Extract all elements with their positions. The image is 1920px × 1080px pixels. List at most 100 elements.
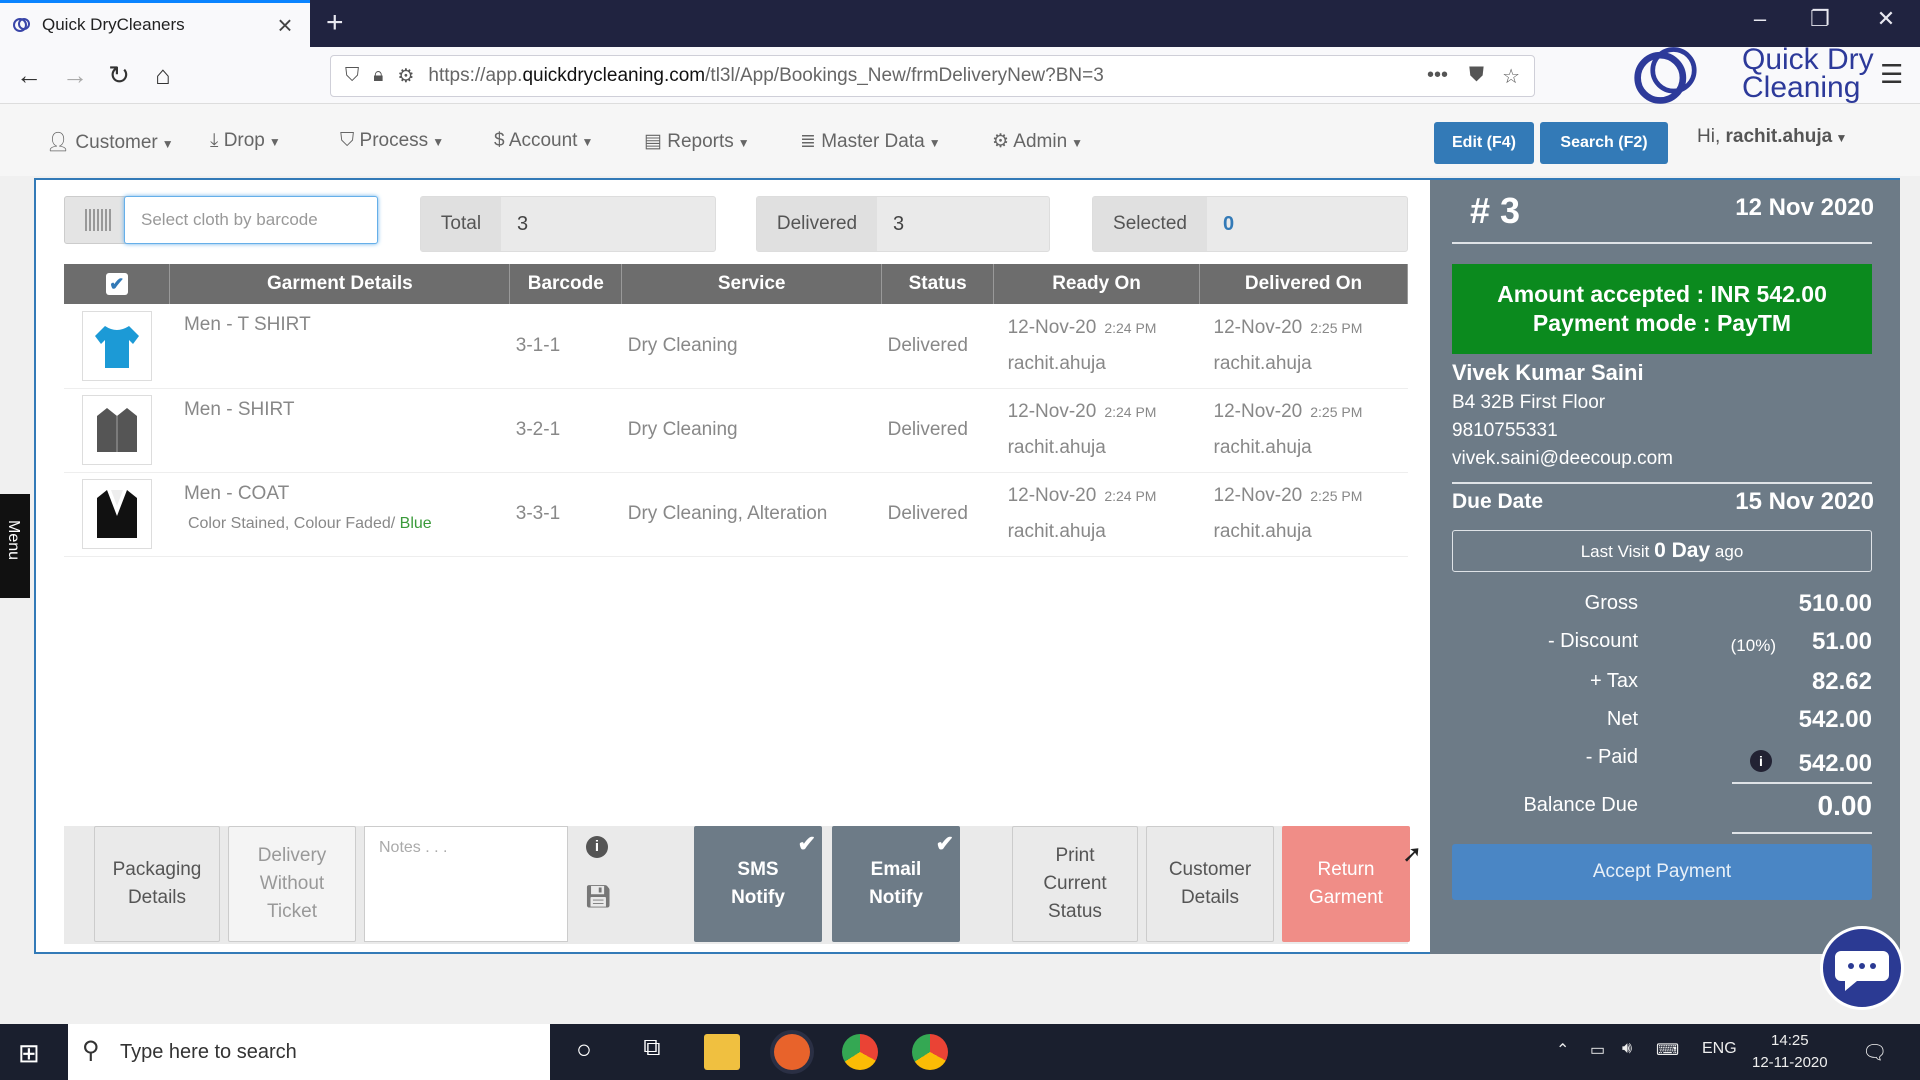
sms-notify-button[interactable]: ✔ SMS Notify (694, 826, 822, 942)
shirt-icon (81, 395, 152, 465)
email-notify-button[interactable]: ✔ Email Notify (832, 826, 960, 942)
customer-name[interactable]: Vivek Kumar Saini (1452, 360, 1644, 386)
cortana-icon[interactable]: ○ (566, 1034, 602, 1070)
forward-icon[interactable]: → (60, 61, 90, 91)
tray-chevron-icon[interactable]: ⌃ (1556, 1040, 1569, 1060)
thumb-cell (64, 472, 170, 557)
home-icon[interactable]: ⌂ (148, 61, 178, 91)
divider (1452, 242, 1872, 244)
menu-admin[interactable]: ⚙ Admin ▼ (992, 130, 1083, 153)
browser-menu-icon[interactable]: ☰ (1880, 59, 1903, 90)
task-view-icon[interactable]: ⧉ (634, 1034, 670, 1070)
col-garment-details[interactable]: Garment Details (169, 264, 511, 304)
barcode-cell: 3-1-1 (509, 304, 622, 389)
menu-process[interactable]: ⛉ Process ▼ (340, 130, 444, 152)
service-cell: Dry Cleaning, Alteration (621, 472, 882, 557)
user-greeting[interactable]: Hi, rachit.ahuja ▼ (1697, 126, 1847, 148)
minimize-icon[interactable]: – (1730, 6, 1790, 32)
new-tab-icon[interactable]: + (326, 6, 344, 40)
ready-cell: 12-Nov-20 2:24 PM rachit.ahuja (993, 472, 1200, 557)
info-icon[interactable]: i (1750, 750, 1772, 772)
barcode-cell: 3-2-1 (509, 388, 622, 473)
browser-tab[interactable]: Quick DryCleaners × (0, 0, 310, 47)
return-garment-button[interactable]: Return Garment (1282, 826, 1410, 942)
tshirt-icon (81, 310, 152, 381)
close-window-icon[interactable]: ✕ (1856, 6, 1916, 32)
address-bar[interactable]: ⛉ 🔒︎ ⚙ https://app.quickdrycleaning.com/… (330, 55, 1535, 97)
col-service[interactable]: Service (621, 264, 883, 304)
shield-icon[interactable]: ⛉ (345, 65, 359, 87)
accept-payment-button[interactable]: Accept Payment (1452, 844, 1872, 900)
notes-textarea[interactable]: Notes . . . (364, 826, 568, 942)
menu-customer[interactable]: 👤︎ Customer ▼ (46, 130, 174, 154)
garment-table: ✔ Garment Details Barcode Service Status… (64, 264, 1408, 557)
select-all-cell[interactable]: ✔ (64, 264, 171, 304)
windows-start-icon[interactable]: ⊞ (18, 1038, 40, 1069)
print-current-status-button[interactable]: Print Current Status (1012, 826, 1138, 942)
chrome-icon[interactable] (842, 1034, 878, 1070)
back-icon[interactable]: ← (14, 61, 44, 91)
save-icon[interactable]: 💾︎ (584, 884, 612, 910)
delivery-without-ticket-button[interactable]: Delivery Without Ticket (228, 826, 356, 942)
side-menu-tab[interactable]: Menu (0, 494, 30, 598)
barcode-input[interactable]: Select cloth by barcode (124, 196, 378, 244)
selected-value: 0 (1223, 213, 1235, 235)
pocket-icon[interactable]: ⛊ (1469, 64, 1484, 87)
info-icon[interactable]: i (586, 836, 608, 858)
volume-icon[interactable]: 🔊︎ (1622, 1040, 1632, 1058)
col-delivered-on[interactable]: Delivered On (1199, 264, 1408, 304)
col-ready-on[interactable]: Ready On (993, 264, 1201, 304)
select-all-checkbox[interactable]: ✔ (105, 272, 128, 295)
brand-line-1: Quick Dry (1742, 43, 1874, 76)
col-status[interactable]: Status (881, 264, 995, 304)
filter-icon: ⛉ (340, 130, 355, 151)
notifications-icon[interactable]: 🗨︎ (1862, 1040, 1887, 1065)
reload-icon[interactable]: ↻ (104, 61, 134, 91)
col-barcode[interactable]: Barcode (509, 264, 623, 304)
chrome-icon[interactable] (912, 1034, 948, 1070)
status-cell: Delivered (881, 304, 994, 389)
delivery-panel: Select cloth by barcode Total 3 Delivere… (34, 178, 1900, 954)
battery-icon[interactable]: ▭ (1590, 1040, 1605, 1060)
total-label: Total (421, 197, 501, 251)
url-text[interactable]: https://app.quickdrycleaning.com/tl3l/Ap… (428, 65, 1103, 87)
firefox-icon[interactable] (774, 1034, 810, 1070)
keyboard-icon[interactable]: ⌨ (1656, 1040, 1679, 1060)
table-row[interactable]: Men - COAT Color Stained, Colour Faded/ … (64, 472, 1408, 557)
booking-number: # 3 (1470, 190, 1521, 231)
close-tab-icon[interactable]: × (270, 10, 300, 41)
book-icon: ▤ (644, 131, 662, 152)
selected-stat: Selected 0 (1092, 196, 1408, 252)
system-clock[interactable]: 14:25 12-11-2020 (1752, 1030, 1828, 1074)
divider (1732, 782, 1872, 784)
divider (1732, 832, 1872, 834)
search-button[interactable]: Search (F2) (1540, 122, 1668, 164)
lock-icon[interactable]: 🔒︎ (373, 65, 383, 87)
file-explorer-icon[interactable] (704, 1034, 740, 1070)
garment-cell: Men - T SHIRT (169, 304, 510, 389)
packaging-details-button[interactable]: Packaging Details (94, 826, 220, 942)
taskbar-search[interactable]: ⚲ Type here to search (68, 1024, 550, 1080)
permissions-icon[interactable]: ⚙ (397, 65, 414, 88)
garment-title: Men - COAT (183, 482, 290, 504)
restore-icon[interactable]: ❐ (1790, 6, 1850, 32)
menu-reports[interactable]: ▤ Reports ▼ (644, 130, 750, 153)
customer-details-button[interactable]: Customer Details (1146, 826, 1274, 942)
barcode-icon (85, 209, 113, 231)
amount-accepted: Amount accepted : INR 542.00 (1497, 281, 1827, 307)
logo-icon (1634, 47, 1697, 104)
menu-account[interactable]: $ Account ▼ (494, 130, 593, 152)
bookmark-star-icon[interactable]: ☆ (1502, 64, 1520, 89)
delivered-label: Delivered (757, 197, 877, 251)
more-actions-icon[interactable]: ••• (1427, 64, 1448, 87)
taskbar-search-text: Type here to search (120, 1040, 297, 1063)
table-row[interactable]: Men - T SHIRT 3-1-1 Dry Cleaning Deliver… (64, 304, 1408, 389)
menu-drop[interactable]: ⤓ Drop ▼ (210, 130, 281, 152)
side-menu-label: Menu (5, 520, 22, 561)
edit-button[interactable]: Edit (F4) (1434, 122, 1534, 164)
menu-master-data[interactable]: ≣ Master Data ▼ (800, 130, 941, 153)
table-row[interactable]: Men - SHIRT 3-2-1 Dry Cleaning Delivered… (64, 388, 1408, 473)
language-indicator[interactable]: ENG (1702, 1040, 1737, 1058)
chat-icon[interactable] (1820, 926, 1904, 1010)
dollar-icon: $ (494, 130, 505, 151)
